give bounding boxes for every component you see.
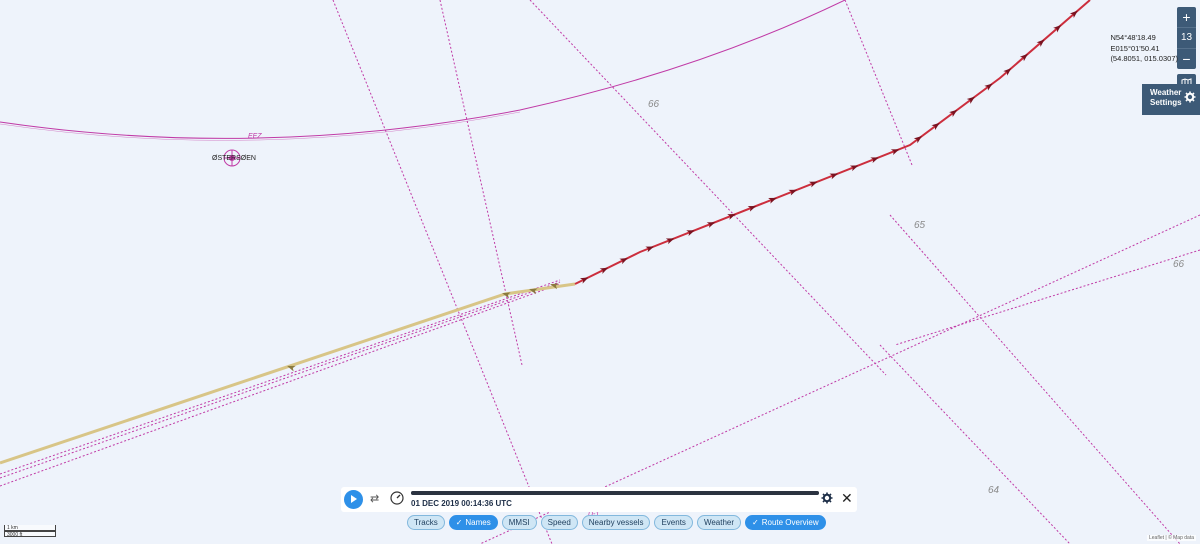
playback-settings-gear-icon[interactable] [821, 492, 833, 504]
chip-label: Names [465, 518, 491, 527]
route-arrow [619, 257, 628, 265]
route-arrow [768, 197, 777, 204]
timeline-progress [411, 491, 819, 495]
layer-toggle-chips: Tracks ✓ Names MMSI Speed Nearby vessels Event… [407, 515, 826, 530]
speedometer-icon[interactable] [390, 491, 404, 505]
chip-route-overview[interactable]: ✓ Route Overview [745, 515, 826, 530]
weather-settings-button[interactable]: Weather Settings [1142, 84, 1200, 115]
check-icon: ✓ [455, 518, 463, 527]
chip-mmsi[interactable]: MMSI [501, 515, 537, 530]
route-arrow [706, 222, 716, 228]
chip-label: Weather [703, 518, 735, 527]
history-track [0, 282, 576, 465]
eez-label: EEZ [248, 133, 262, 140]
gear-icon [1184, 91, 1196, 103]
chip-label: MMSI [508, 518, 530, 527]
check-icon: ✓ [752, 518, 759, 527]
map-scale: 1 km 3000 ft [4, 525, 64, 539]
route-arrow [870, 157, 879, 164]
chip-names[interactable]: ✓ Names [448, 515, 498, 530]
swap-direction-icon[interactable]: ⇄ [370, 492, 379, 505]
cursor-coordinates: N54°48'18.49 E015°01'50.41 (54.8051, 015… [1110, 33, 1178, 65]
depth-label: 64 [988, 485, 1000, 496]
route-arrow [645, 246, 654, 253]
zoom-out-button[interactable]: − [1177, 49, 1196, 69]
route-arrow [599, 267, 609, 274]
route-arrow [747, 205, 757, 212]
play-button[interactable] [344, 490, 363, 509]
map-attribution[interactable]: Leaflet | © Map data [1146, 535, 1196, 541]
timeline-slider[interactable] [411, 491, 819, 495]
chip-weather[interactable]: Weather [696, 515, 742, 530]
chip-label: Tracks [414, 518, 438, 527]
scale-imperial: 3000 ft [4, 531, 56, 538]
route-arrow [665, 238, 675, 245]
chip-speed[interactable]: Speed [540, 515, 578, 530]
longitude: E015°01'50.41 [1110, 43, 1160, 53]
zoom-control: + 13 − [1177, 7, 1196, 69]
chip-label: Speed [547, 518, 571, 527]
depth-label: 65 [914, 220, 926, 231]
station-label: ØSTERSØEN [212, 155, 256, 162]
route-arrows [287, 10, 1078, 372]
route-arrow [849, 165, 859, 172]
close-playback-button[interactable]: ✕ [841, 490, 853, 506]
route-arrow [788, 189, 798, 196]
playback-panel: ⇄ 01 DEC 2019 00:14:36 UTC ✕ [341, 487, 857, 512]
latitude: N54°48'18.49 [1110, 33, 1156, 42]
route-arrow [686, 230, 695, 236]
route-arrow [579, 277, 589, 284]
depth-label: 66 [1173, 259, 1185, 270]
route-arrow [829, 173, 839, 180]
playback-timestamp: 01 DEC 2019 00:14:36 UTC [411, 499, 512, 508]
chip-label: Route Overview [761, 518, 819, 527]
eez-boundary [0, 0, 846, 139]
nautical-chart-map[interactable]: EEZ ØSTERSØEN 66 65 66 64 D-1 [0, 0, 1200, 544]
current-route [574, 0, 1091, 285]
zoom-in-button[interactable]: + [1177, 7, 1196, 28]
chip-label: Nearby vessels [588, 518, 644, 527]
chip-events[interactable]: Events [654, 515, 693, 530]
route-arrow [890, 149, 900, 155]
route-arrow [809, 181, 818, 188]
chip-label: Events [661, 518, 686, 527]
chip-nearby-vessels[interactable]: Nearby vessels [581, 515, 651, 530]
chip-tracks[interactable]: Tracks [407, 515, 445, 530]
depth-label: 66 [648, 99, 660, 110]
decimal-coordinates: (54.8051, 015.0307) [1110, 54, 1178, 63]
zoom-level: 13 [1177, 28, 1196, 49]
